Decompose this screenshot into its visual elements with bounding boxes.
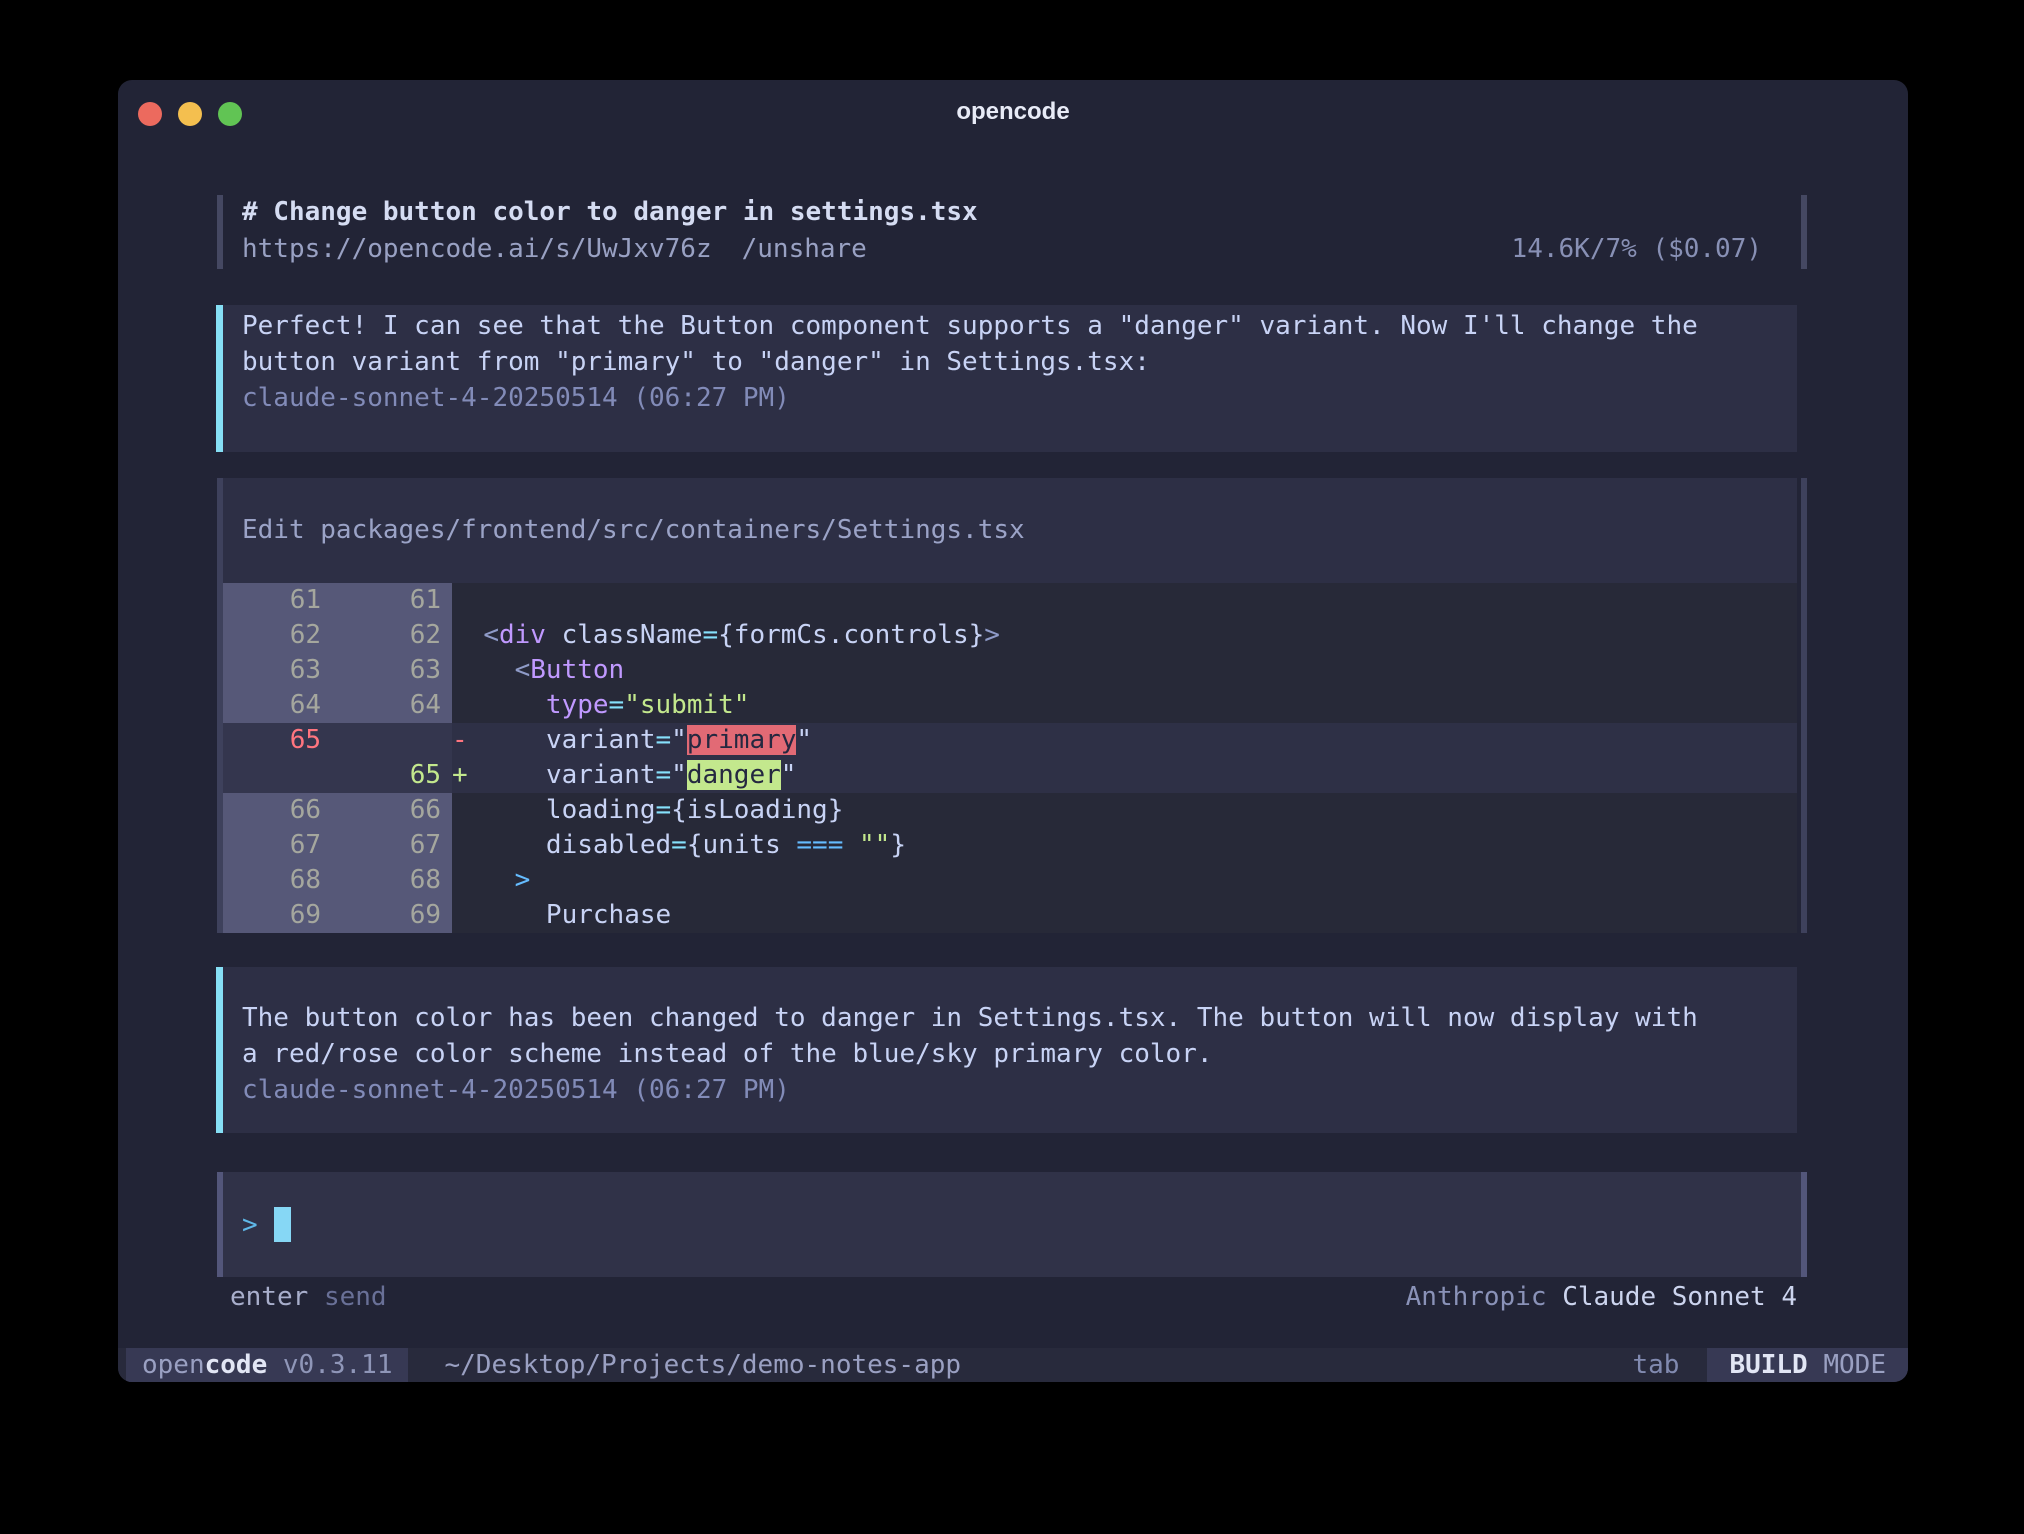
hint-row: enter send Anthropic Claude Sonnet 4: [217, 1279, 1797, 1315]
diff-gutter: 6161: [223, 583, 452, 618]
opencode-window: opencode # Change button color to danger…: [118, 80, 1908, 1382]
diff-row: 6363 <Button: [223, 653, 1797, 688]
app-name-light: open: [142, 1350, 205, 1380]
mode-primary: BUILD: [1729, 1350, 1807, 1380]
diff-row: 6464 type="submit": [223, 688, 1797, 723]
session-title: # Change button color to danger in setti…: [242, 193, 978, 231]
model-indicator: Anthropic Claude Sonnet 4: [1406, 1279, 1797, 1315]
new-line-number: 64: [321, 688, 441, 723]
diff-row: 65 + variant="danger": [223, 758, 1797, 793]
old-line-number: 68: [223, 863, 321, 898]
context-stats: 14.6K/7% ($0.07): [1512, 231, 1762, 268]
diff-code-line: disabled={units === ""}: [452, 828, 1797, 863]
new-line-number: 66: [321, 793, 441, 828]
diff-code-line: type="submit": [452, 688, 1797, 723]
new-line-number: 62: [321, 618, 441, 653]
edit-block-scrollbar[interactable]: [1801, 478, 1807, 933]
diff-row: 6969 Purchase: [223, 898, 1797, 933]
session-header-left-border: [217, 195, 223, 269]
diff-code-line: Purchase: [452, 898, 1797, 933]
assistant-message: Perfect! I can see that the Button compo…: [216, 305, 1797, 452]
diff-gutter: 6868: [223, 863, 452, 898]
mode-secondary: MODE: [1823, 1350, 1886, 1380]
diff-gutter: 65: [223, 723, 452, 758]
diff-gutter: 6969: [223, 898, 452, 933]
old-line-number: 63: [223, 653, 321, 688]
message-line: The button color has been changed to dan…: [223, 1000, 1797, 1036]
edit-block-title: Edit packages/frontend/src/containers/Se…: [223, 478, 1797, 583]
enter-action-label: send: [324, 1282, 387, 1312]
app-name-bold: code: [205, 1350, 268, 1380]
tab-key-hint: tab: [1632, 1348, 1679, 1382]
diff-row: 6868 >: [223, 863, 1797, 898]
prompt-input[interactable]: >: [217, 1172, 1807, 1277]
window-title: opencode: [118, 98, 1908, 126]
new-line-number: 67: [321, 828, 441, 863]
diff-row: 6767 disabled={units === ""}: [223, 828, 1797, 863]
input-right-border: [1801, 1172, 1807, 1277]
old-line-number: 66: [223, 793, 321, 828]
diff-row: 65 - variant="primary": [223, 723, 1797, 758]
old-line-number: 65: [223, 723, 321, 758]
app-version-chip: opencode v0.3.11: [126, 1348, 408, 1382]
diff-code-line: <div className={formCs.controls}>: [452, 618, 1797, 653]
assistant-message: The button color has been changed to dan…: [216, 967, 1797, 1133]
text-cursor: [274, 1207, 291, 1242]
enter-hint: enter send: [230, 1279, 387, 1315]
diff-code-line: >: [452, 863, 1797, 898]
message-line: Perfect! I can see that the Button compo…: [223, 308, 1797, 344]
edit-tool-block: Edit packages/frontend/src/containers/Se…: [217, 478, 1807, 933]
unshare-command[interactable]: /unshare: [742, 234, 867, 264]
message-meta: claude-sonnet-4-20250514 (06:27 PM): [223, 1072, 1797, 1108]
new-line-number: 68: [321, 863, 441, 898]
old-line-number: 67: [223, 828, 321, 863]
enter-key-label: enter: [230, 1282, 308, 1312]
status-bar: opencode v0.3.11 ~/Desktop/Projects/demo…: [118, 1348, 1908, 1382]
mode-toggle[interactable]: BUILD MODE: [1707, 1348, 1908, 1382]
message-line: a red/rose color scheme instead of the b…: [223, 1036, 1797, 1072]
diff-gutter: 6363: [223, 653, 452, 688]
new-line-number: [321, 723, 441, 758]
old-line-number: 61: [223, 583, 321, 618]
diff-row: 6161: [223, 583, 1797, 618]
prompt-symbol: >: [242, 1210, 258, 1240]
message-meta: claude-sonnet-4-20250514 (06:27 PM): [223, 380, 1797, 416]
diff-code-line: - variant="primary": [452, 723, 1797, 758]
model-label: Claude Sonnet 4: [1562, 1282, 1797, 1312]
old-line-number: [223, 758, 321, 793]
diff-gutter: 6666: [223, 793, 452, 828]
diff-code-line: <Button: [452, 653, 1797, 688]
new-line-number: 65: [321, 758, 441, 793]
provider-label: Anthropic: [1406, 1282, 1547, 1312]
diff-code-line: [452, 583, 1797, 618]
diff-row: 6666 loading={isLoading}: [223, 793, 1797, 828]
diff-gutter: 65: [223, 758, 452, 793]
working-directory: ~/Desktop/Projects/demo-notes-app: [444, 1348, 961, 1382]
diff-gutter: 6262: [223, 618, 452, 653]
session-subtitle: https://opencode.ai/s/UwJxv76z/unshare: [242, 231, 867, 268]
share-url[interactable]: https://opencode.ai/s/UwJxv76z: [242, 234, 712, 264]
old-line-number: 62: [223, 618, 321, 653]
diff-gutter: 6767: [223, 828, 452, 863]
diff-row: 6262 <div className={formCs.controls}>: [223, 618, 1797, 653]
new-line-number: 69: [321, 898, 441, 933]
new-line-number: 63: [321, 653, 441, 688]
input-area[interactable]: >: [223, 1172, 1801, 1277]
old-line-number: 64: [223, 688, 321, 723]
message-line: button variant from "primary" to "danger…: [223, 344, 1797, 380]
diff-code-line: loading={isLoading}: [452, 793, 1797, 828]
diff-code-line: + variant="danger": [452, 758, 1797, 793]
session-header: # Change button color to danger in setti…: [217, 193, 1807, 269]
new-line-number: 61: [321, 583, 441, 618]
old-line-number: 69: [223, 898, 321, 933]
session-header-right-border: [1801, 195, 1807, 269]
diff-view: 61616262 <div className={formCs.controls…: [223, 583, 1797, 933]
diff-gutter: 6464: [223, 688, 452, 723]
app-version: v0.3.11: [283, 1350, 393, 1380]
